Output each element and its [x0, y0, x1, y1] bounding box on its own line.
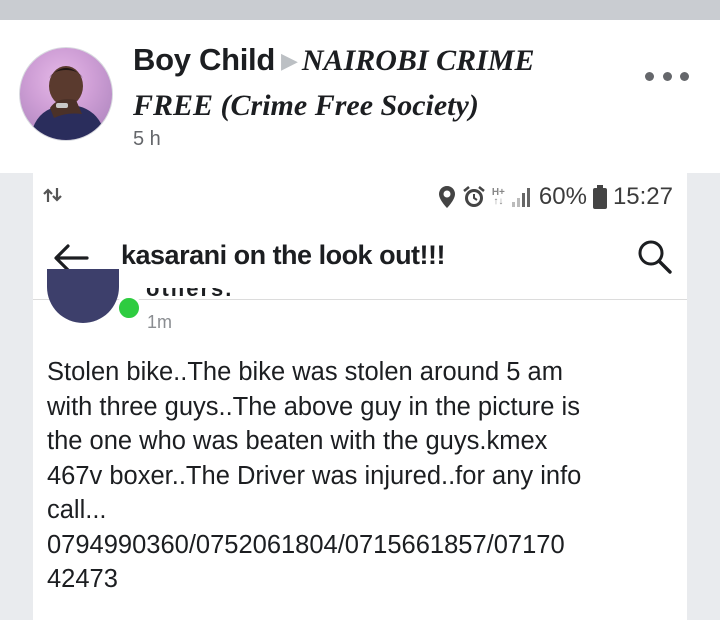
group-title: kasarani on the look out!!! [121, 240, 446, 270]
dot [645, 71, 654, 81]
top-strip [0, 0, 720, 20]
battery-icon [592, 185, 607, 209]
avatar-photo [30, 66, 106, 140]
group-name-line2[interactable]: FREE (Crime Free Society) [133, 89, 479, 122]
commenter-avatar[interactable] [47, 269, 119, 323]
author-avatar[interactable] [19, 47, 113, 141]
network-type-label: H+ ↑↓ [491, 187, 505, 207]
status-indicators: H+ ↑↓ 60% 15:27 [438, 179, 673, 215]
sync-arrows-icon [43, 188, 62, 202]
comment-timestamp: 1m [147, 312, 173, 332]
commenter-name-text: others. [146, 288, 233, 300]
phone-status-bar: H+ ↑↓ 60% 15:27 [33, 173, 687, 221]
status-clock: 15:27 [612, 183, 673, 210]
ellipsis-icon[interactable] [645, 66, 689, 86]
commenter-name[interactable]: others. [146, 288, 266, 300]
dot [680, 71, 689, 81]
online-status-dot [116, 295, 142, 321]
location-pin-icon [438, 186, 455, 208]
post-title: Boy Child ▶ NAIROBI CRIME FREE (Crime Free… [133, 38, 633, 128]
attached-screenshot[interactable]: H+ ↑↓ 60% 15:27 kasarani on the look out!… [33, 173, 687, 620]
alarm-clock-icon [463, 186, 485, 207]
comment-text: Stolen bike..The bike was stolen around … [47, 358, 582, 593]
post-timestamp[interactable]: 5 h [133, 128, 161, 151]
group-toolbar: kasarani on the look out!!! [33, 221, 687, 300]
group-name-line1[interactable]: NAIROBI CRIME [302, 44, 535, 77]
triangle-arrow-icon: ▶ [280, 48, 298, 73]
battery-percent: 60% [538, 183, 587, 210]
signal-icon [511, 188, 530, 207]
search-icon[interactable] [637, 239, 673, 275]
dot [662, 71, 672, 81]
author-name[interactable]: Boy Child [133, 42, 275, 77]
